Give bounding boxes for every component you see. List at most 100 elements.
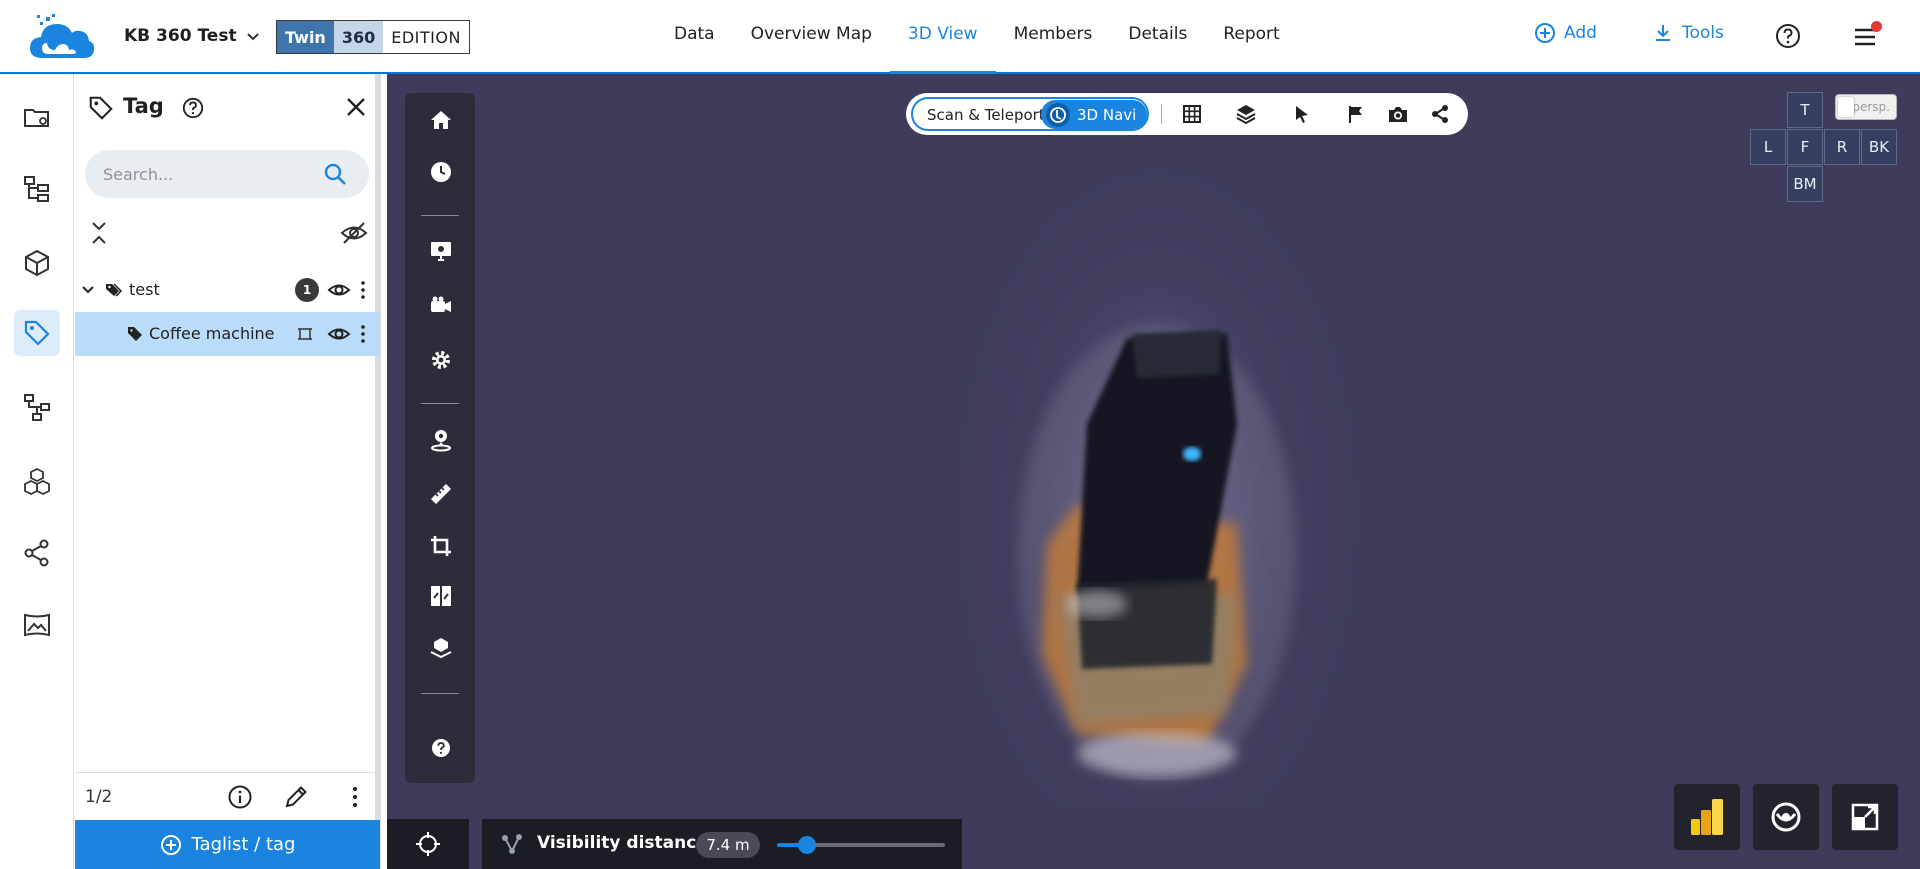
more-vertical-icon[interactable] <box>351 785 359 809</box>
eye-off-icon[interactable] <box>339 220 369 246</box>
toolbar-divider <box>421 693 459 694</box>
chevron-down-icon[interactable] <box>244 28 262 46</box>
settings-button[interactable] <box>428 347 454 373</box>
history-button[interactable] <box>428 159 454 185</box>
project-name[interactable]: KB 360 Test <box>124 26 237 46</box>
rail-hierarchy[interactable] <box>14 384 60 430</box>
rail-model[interactable] <box>14 240 60 286</box>
search-input[interactable] <box>103 162 313 186</box>
location-button[interactable] <box>428 427 454 453</box>
tree-structure-icon <box>24 176 49 202</box>
viewer-help-button[interactable] <box>428 735 454 761</box>
viewer-mode-bar: Scan & Teleport 3D Navi <box>906 93 1468 135</box>
tab-report[interactable]: Report <box>1205 0 1297 74</box>
camera-settings-button[interactable] <box>428 293 454 319</box>
view-top[interactable]: T <box>1787 92 1823 128</box>
help-circle-icon <box>432 739 450 757</box>
clock-icon <box>431 162 451 182</box>
view-back[interactable]: BK <box>1861 129 1897 165</box>
left-icon-rail <box>0 74 74 869</box>
view-right[interactable]: R <box>1824 129 1860 165</box>
tags-icon <box>106 283 123 297</box>
help-icon[interactable] <box>181 96 205 120</box>
grid-button[interactable] <box>1180 102 1204 126</box>
select-button[interactable] <box>1290 102 1314 126</box>
layers-button[interactable] <box>1234 102 1258 126</box>
projection-toggle[interactable]: persp. <box>1835 94 1897 120</box>
power-bi-button[interactable] <box>1674 784 1740 850</box>
tree-label: test <box>129 280 160 299</box>
cube-icon <box>25 249 49 277</box>
toolbar-divider <box>421 403 459 404</box>
home-button[interactable] <box>428 107 454 133</box>
share-view-button[interactable] <box>1428 102 1452 126</box>
screenshot-button[interactable] <box>1386 102 1410 126</box>
power-bi-icon <box>1691 799 1723 835</box>
tab-data[interactable]: Data <box>656 0 733 74</box>
tree-item-coffee-machine[interactable]: Coffee machine <box>75 312 380 356</box>
eye-icon[interactable] <box>327 280 351 300</box>
edition-badge: Twin 360 EDITION <box>276 20 470 54</box>
tools-label: Tools <box>1682 23 1724 43</box>
help-icon[interactable] <box>1775 23 1801 49</box>
network-nodes-icon <box>502 834 522 854</box>
compare-button[interactable] <box>428 583 454 609</box>
slider-handle[interactable] <box>798 836 817 854</box>
search-icon[interactable] <box>323 162 347 186</box>
tab-3d-view[interactable]: 3D View <box>889 0 996 76</box>
visibility-distance-control: Visibility distance 7.4 m <box>482 819 962 869</box>
navigation-mode-toggle[interactable]: Scan & Teleport 3D Navi <box>911 97 1149 131</box>
view-front[interactable]: F <box>1787 129 1823 165</box>
crop-button[interactable] <box>428 533 454 559</box>
tab-details[interactable]: Details <box>1110 0 1205 74</box>
tab-members[interactable]: Members <box>996 0 1111 74</box>
more-vertical-icon[interactable] <box>359 324 367 344</box>
visibility-slider[interactable] <box>777 836 945 854</box>
camera-icon <box>1389 107 1407 122</box>
add-button[interactable]: Add <box>1534 22 1597 44</box>
collapse-all-icon[interactable] <box>89 220 109 246</box>
layered-object-icon <box>430 638 452 659</box>
mode-scan-teleport[interactable]: Scan & Teleport <box>927 106 1045 124</box>
rail-panorama[interactable] <box>14 602 60 648</box>
vr-view-button[interactable] <box>1753 784 1819 850</box>
cloud-logo-icon[interactable] <box>28 14 96 62</box>
tools-button[interactable]: Tools <box>1652 22 1724 44</box>
fullscreen-button[interactable] <box>1832 784 1898 850</box>
3d-viewport[interactable]: Scan & Teleport 3D Navi T L F R BK BM pe… <box>387 74 1920 869</box>
object-layer-button[interactable] <box>428 635 454 661</box>
add-taglist-tag-button[interactable]: Taglist / tag <box>75 820 380 869</box>
tag-icon <box>24 320 50 346</box>
rail-structure[interactable] <box>14 166 60 212</box>
rail-components[interactable] <box>14 458 60 504</box>
360-view-icon <box>1771 802 1801 832</box>
edit-pencil-icon[interactable] <box>283 784 309 810</box>
measure-button[interactable] <box>428 481 454 507</box>
tag-icon <box>89 96 113 120</box>
mode-3d-navi[interactable]: 3D Navi <box>1041 100 1147 129</box>
display-settings-button[interactable] <box>428 238 454 264</box>
info-icon[interactable] <box>227 784 253 810</box>
view-left[interactable]: L <box>1750 129 1786 165</box>
rail-folder-map[interactable] <box>14 94 60 140</box>
locate-button[interactable] <box>387 819 469 869</box>
tab-overview-map[interactable]: Overview Map <box>733 0 890 74</box>
rail-tag[interactable] <box>14 310 60 356</box>
bounding-box-icon[interactable] <box>297 326 313 342</box>
main-nav: Data Overview Map 3D View Members Detail… <box>656 0 1298 76</box>
close-icon[interactable] <box>343 94 369 120</box>
view-bottom[interactable]: BM <box>1787 166 1823 202</box>
viewer-toolbar <box>405 93 475 783</box>
tree-item-test[interactable]: test 1 <box>75 268 380 312</box>
layers-icon <box>1236 105 1256 125</box>
folder-map-icon <box>24 109 49 127</box>
eye-icon[interactable] <box>327 324 351 344</box>
flag-button[interactable] <box>1344 102 1368 126</box>
rail-share[interactable] <box>14 530 60 576</box>
hierarchy-icon <box>24 394 50 421</box>
tag-icon <box>128 327 142 341</box>
more-vertical-icon[interactable] <box>359 280 367 300</box>
expand-window-icon <box>1851 803 1879 831</box>
cursor-arrow-icon <box>1296 106 1308 123</box>
chevron-down-icon[interactable] <box>80 282 96 298</box>
